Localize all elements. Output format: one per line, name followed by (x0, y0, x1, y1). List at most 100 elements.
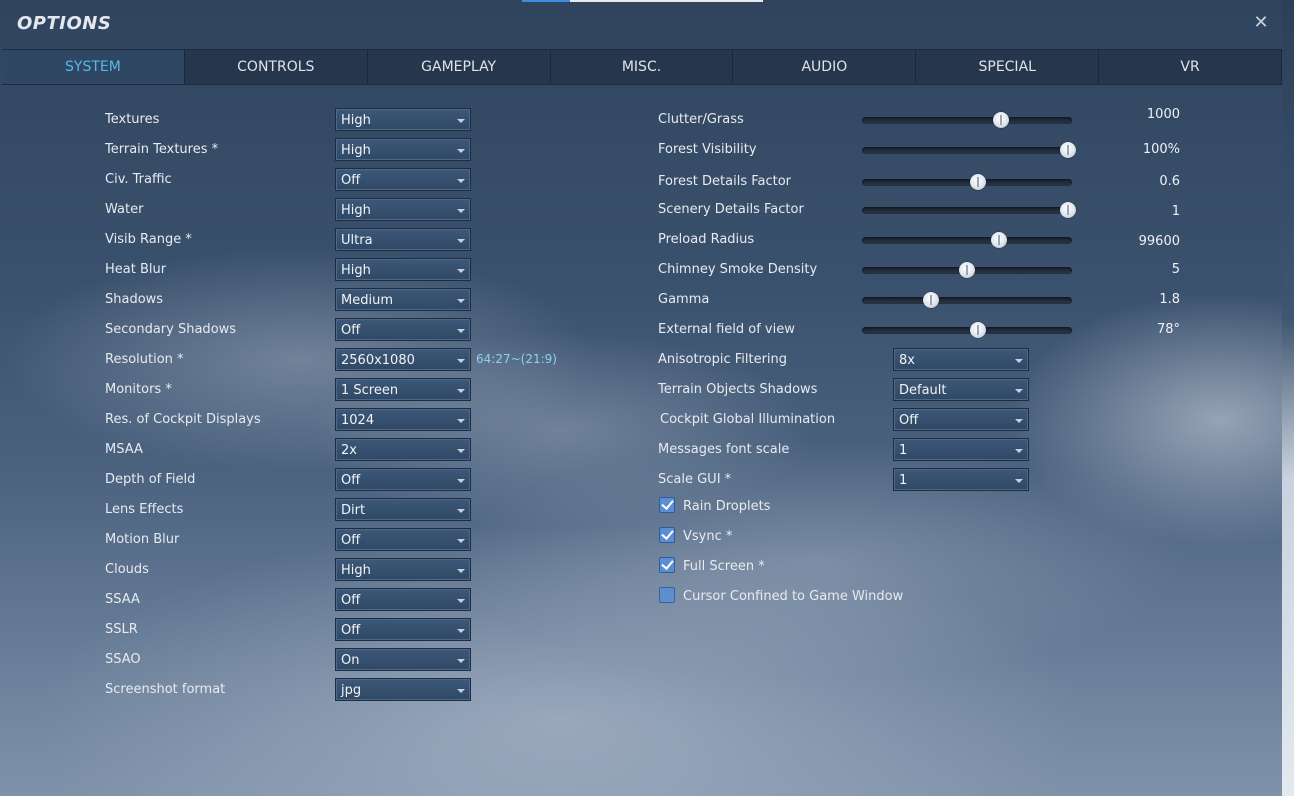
resolution-dropdown[interactable]: 2560x1080 (335, 348, 471, 371)
textures-dropdown[interactable]: High (335, 108, 471, 131)
scenery-details-factor-label: Scenery Details Factor (658, 202, 804, 217)
anisotropic-filtering-value: 8x (899, 353, 915, 368)
tab-misc[interactable]: MISC. (550, 50, 734, 84)
msaa-label: MSAA (105, 442, 143, 457)
civ-traffic-dropdown[interactable]: Off (335, 168, 471, 191)
lens-effects-dropdown[interactable]: Dirt (335, 498, 471, 521)
depth-of-field-label: Depth of Field (105, 472, 196, 487)
chevron-down-icon (1015, 389, 1023, 393)
heat-blur-dropdown[interactable]: High (335, 258, 471, 281)
visib-range-value: Ultra (341, 233, 373, 248)
clouds-label: Clouds (105, 562, 149, 577)
forest-details-factor-slider-handle[interactable] (969, 174, 986, 190)
secondary-shadows-dropdown[interactable]: Off (335, 318, 471, 341)
gamma-label: Gamma (658, 292, 710, 307)
ssaa-value: Off (341, 593, 361, 608)
sslr-dropdown[interactable]: Off (335, 618, 471, 641)
clutter-grass-slider-handle[interactable] (992, 112, 1009, 128)
scenery-details-factor-slider[interactable] (862, 207, 1072, 214)
clouds-value: High (341, 563, 371, 578)
visib-range-dropdown[interactable]: Ultra (335, 228, 471, 251)
heat-blur-label: Heat Blur (105, 262, 167, 277)
anisotropic-filtering-dropdown[interactable]: 8x (893, 348, 1029, 371)
lens-effects-label: Lens Effects (105, 502, 184, 517)
res-of-cockpit-displays-dropdown[interactable]: 1024 (335, 408, 471, 431)
terrain-textures-value: High (341, 143, 371, 158)
full-screen-checkbox[interactable] (659, 557, 675, 573)
chevron-down-icon (457, 149, 465, 153)
chevron-down-icon (457, 179, 465, 183)
anisotropic-filtering-label: Anisotropic Filtering (658, 352, 788, 367)
water-label: Water (105, 202, 144, 217)
clutter-grass-slider[interactable] (862, 117, 1072, 124)
options-window (0, 0, 1283, 796)
water-dropdown[interactable]: High (335, 198, 471, 221)
terrain-objects-shadows-dropdown[interactable]: Default (893, 378, 1029, 401)
msaa-dropdown[interactable]: 2x (335, 438, 471, 461)
chevron-down-icon (457, 119, 465, 123)
preload-radius-label: Preload Radius (658, 232, 755, 247)
tab-system[interactable]: SYSTEM (2, 50, 185, 84)
depth-of-field-dropdown[interactable]: Off (335, 468, 471, 491)
chevron-down-icon (457, 389, 465, 393)
screenshot-format-dropdown[interactable]: jpg (335, 678, 471, 701)
motion-blur-label: Motion Blur (105, 532, 180, 547)
shadows-value: Medium (341, 293, 393, 308)
motion-blur-value: Off (341, 533, 361, 548)
monitors-value: 1 Screen (341, 383, 399, 398)
vsync-checkbox[interactable] (659, 527, 675, 543)
gamma-slider[interactable] (862, 297, 1072, 304)
forest-details-factor-label: Forest Details Factor (658, 174, 792, 189)
preload-radius-slider[interactable] (862, 237, 1072, 244)
chevron-down-icon (457, 689, 465, 693)
screenshot-format-value: jpg (341, 683, 362, 698)
resolution-value: 2560x1080 (341, 353, 415, 368)
close-icon[interactable]: ✕ (1252, 14, 1270, 32)
motion-blur-dropdown[interactable]: Off (335, 528, 471, 551)
cockpit-global-illumination-dropdown[interactable]: Off (893, 408, 1029, 431)
terrain-textures-dropdown[interactable]: High (335, 138, 471, 161)
external-field-of-view-slider-handle[interactable] (969, 322, 986, 338)
rain-droplets-checkbox[interactable] (659, 497, 675, 513)
scale-gui-value: 1 (899, 473, 908, 488)
sslr-value: Off (341, 623, 361, 638)
terrain-objects-shadows-value: Default (899, 383, 947, 398)
messages-font-scale-label: Messages font scale (658, 442, 790, 457)
window-title: OPTIONS (17, 13, 112, 34)
chevron-down-icon (457, 209, 465, 213)
tab-special[interactable]: SPECIAL (916, 50, 1100, 84)
clouds-dropdown[interactable]: High (335, 558, 471, 581)
messages-font-scale-value: 1 (899, 443, 908, 458)
ssaa-label: SSAA (105, 592, 140, 607)
forest-visibility-slider[interactable] (862, 147, 1072, 154)
messages-font-scale-dropdown[interactable]: 1 (893, 438, 1029, 461)
background-strip (1282, 0, 1294, 796)
ssao-dropdown[interactable]: On (335, 648, 471, 671)
shadows-label: Shadows (105, 292, 164, 307)
tab-gameplay[interactable]: GAMEPLAY (367, 50, 551, 84)
external-field-of-view-label: External field of view (658, 322, 795, 337)
cursor-confined-to-game-window-checkbox[interactable] (659, 587, 675, 603)
chevron-down-icon (457, 659, 465, 663)
forest-details-factor-slider[interactable] (862, 179, 1072, 186)
preload-radius-slider-handle[interactable] (990, 232, 1007, 248)
scenery-details-factor-slider-handle[interactable] (1059, 202, 1076, 218)
full-screen-label: Full Screen * (683, 559, 765, 574)
monitors-dropdown[interactable]: 1 Screen (335, 378, 471, 401)
civ-traffic-label: Civ. Traffic (105, 172, 172, 187)
cockpit-global-illumination-label: Cockpit Global Illumination (660, 412, 836, 427)
resolution-label: Resolution * (105, 352, 184, 367)
ssaa-dropdown[interactable]: Off (335, 588, 471, 611)
scale-gui-dropdown[interactable]: 1 (893, 468, 1029, 491)
loading-bar (570, 0, 763, 2)
chevron-down-icon (457, 269, 465, 273)
tab-controls[interactable]: CONTROLS (184, 50, 368, 84)
chimney-smoke-density-slider-handle[interactable] (959, 262, 975, 278)
tab-vr[interactable]: VR (1099, 50, 1283, 84)
shadows-dropdown[interactable]: Medium (335, 288, 471, 311)
forest-visibility-slider-handle[interactable] (1059, 142, 1076, 158)
external-field-of-view-slider[interactable] (862, 327, 1072, 334)
screenshot-format-label: Screenshot format (105, 682, 226, 697)
tab-audio[interactable]: AUDIO (733, 50, 917, 84)
textures-value: High (341, 113, 371, 128)
